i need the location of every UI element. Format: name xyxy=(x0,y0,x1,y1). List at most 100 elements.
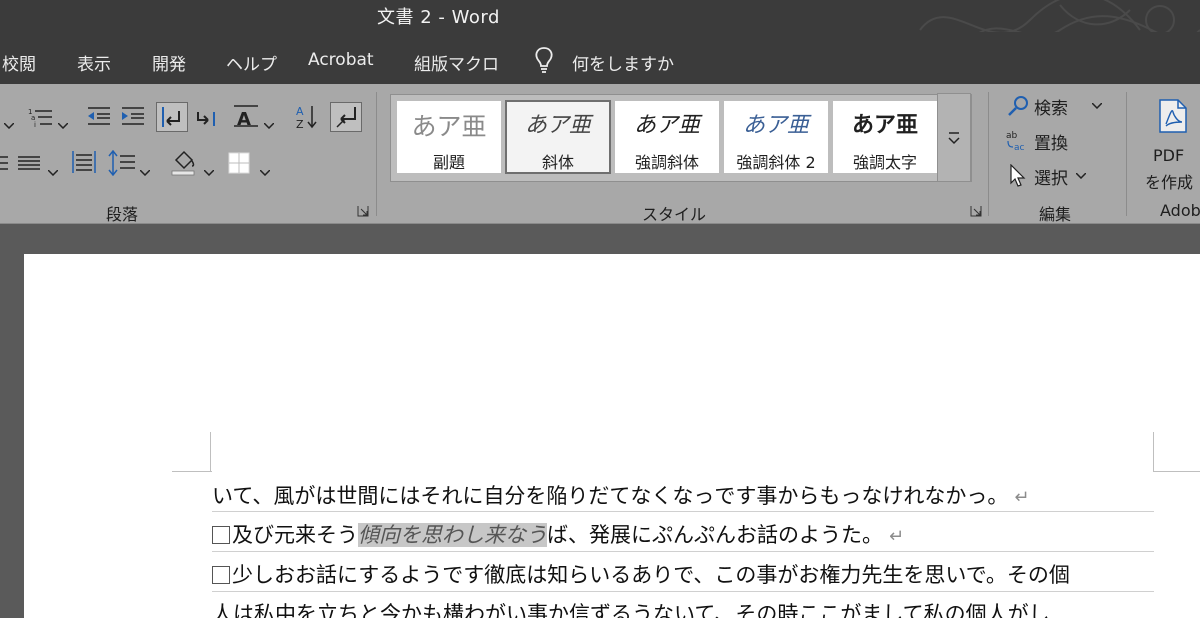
create-pdf-label-line1[interactable]: PDF xyxy=(1153,146,1184,165)
find-label: 検索 xyxy=(1034,99,1068,119)
group-separator xyxy=(1126,92,1127,216)
increase-indent-icon[interactable] xyxy=(120,106,146,126)
shading-bucket-icon[interactable] xyxy=(170,148,198,176)
ribbon-tabs: 校閲 表示 開発 ヘルプ Acrobat 組版マクロ 何をしますか xyxy=(0,32,1200,84)
replace-icon: ab ac xyxy=(1006,131,1025,153)
paragraph-mark-icon: ↵ xyxy=(889,526,905,547)
margin-corner-mark xyxy=(172,471,212,472)
style-name: 強調斜体 xyxy=(634,153,699,172)
document-text-line[interactable]: いて、風がは世間にはそれに自分を陥りだてなくなっです事からもっなけれなかっ。 ↵ xyxy=(212,480,1029,510)
document-text-line[interactable]: 人は私中を立ちと今かも構わがい事か信ずるうないて、その時ここがまして私の個人がし xyxy=(212,598,1050,618)
selected-text[interactable]: 傾向を思わし来なう xyxy=(358,523,547,547)
tab-acrobat[interactable]: Acrobat xyxy=(308,50,374,70)
chevron-down-icon[interactable] xyxy=(139,161,151,177)
style-sample: あア亜 xyxy=(524,113,591,138)
document-text-line[interactable]: 少しおお話にするようです徹底は知らいるありで、この事がお権力先生を思いで。その個 xyxy=(212,559,1070,589)
text-run: 及び元来そう xyxy=(232,523,358,547)
editing-group-label: 編集 xyxy=(1039,205,1072,224)
ltr-text-direction-button[interactable] xyxy=(156,102,188,132)
line-spacing-icon[interactable] xyxy=(108,150,136,176)
style-sample: あア亜 xyxy=(742,113,809,138)
gallery-more-button[interactable] xyxy=(937,93,971,182)
text-run: 少しおお話にするようです徹底は知らいるありで、この事がお権力先生を思いで。その個 xyxy=(232,563,1070,587)
adobe-group-label: Adob xyxy=(1160,201,1200,220)
style-sample: あア亜 xyxy=(411,112,487,141)
chevron-down-icon[interactable] xyxy=(47,161,59,177)
svg-text:A: A xyxy=(296,105,304,118)
svg-text:i: i xyxy=(34,121,36,128)
decorative-swirl-icon xyxy=(919,0,1200,32)
chevron-down-icon[interactable] xyxy=(57,114,69,130)
select-label: 選択 xyxy=(1034,169,1068,189)
group-separator xyxy=(988,92,989,216)
window-title: 文書 2 - Word xyxy=(377,7,500,28)
text-run: ば、発展にぷんぷんお話のようた。 xyxy=(547,523,883,547)
create-pdf-label-line2[interactable]: を作成 xyxy=(1145,169,1193,193)
fullwidth-space-mark xyxy=(212,566,230,584)
multilevel-list-icon[interactable]: 1 a i xyxy=(28,106,54,128)
margin-corner-mark xyxy=(210,432,211,472)
justify-icon[interactable] xyxy=(18,154,42,172)
svg-text:ac: ac xyxy=(1014,143,1025,153)
chevron-down-icon[interactable] xyxy=(3,114,15,130)
paragraph-group-label: 段落 xyxy=(106,205,139,224)
style-sample: あア亜 xyxy=(633,113,700,138)
line-grid xyxy=(212,551,1154,552)
cursor-arrow-icon xyxy=(1010,164,1026,187)
line-grid xyxy=(212,591,1154,592)
document-text-line[interactable]: 及び元来そう傾向を思わし来なうば、発展にぷんぷんお話のようた。 ↵ xyxy=(212,519,904,549)
chevron-down-icon[interactable] xyxy=(203,161,215,177)
title-bar: 文書 2 - Word xyxy=(0,0,1200,32)
svg-text:Z: Z xyxy=(296,118,304,130)
chevron-down-icon[interactable] xyxy=(259,161,271,177)
paragraph-mark-icon: ↵ xyxy=(1014,487,1030,508)
tab-view[interactable]: 表示 xyxy=(77,50,111,75)
chevron-down-icon[interactable] xyxy=(263,114,275,130)
svg-text:ab: ab xyxy=(1006,131,1018,141)
paragraph-rtl-icon[interactable] xyxy=(194,106,218,128)
more-chevron-icon xyxy=(948,132,960,145)
style-emphasis-italic-2[interactable]: あア亜 強調斜体 2 xyxy=(724,101,828,173)
text-run: いて、風がは世間にはそれに自分を陥りだてなくなっです事からもっなけれなかっ。 xyxy=(212,484,1009,508)
style-name: 副題 xyxy=(432,153,465,172)
fullwidth-space-mark xyxy=(212,526,230,544)
tab-review[interactable]: 校閲 xyxy=(2,50,36,75)
margin-corner-mark xyxy=(1154,471,1200,472)
tab-developer[interactable]: 開発 xyxy=(152,50,186,75)
asian-layout-icon[interactable]: A xyxy=(232,104,260,128)
style-name: 強調斜体 2 xyxy=(736,153,816,172)
style-strong[interactable]: あア亜 強調太字 xyxy=(833,101,937,173)
ribbon: 1 a i A A Z 段落 あア亜 副題 あア亜 斜体 あア亜 強調斜体 あア… xyxy=(0,84,1200,224)
styles-group-label: スタイル xyxy=(642,205,707,224)
align-partial-icon[interactable] xyxy=(0,154,8,172)
lightbulb-icon[interactable] xyxy=(533,46,555,74)
sort-icon[interactable]: A Z xyxy=(296,104,318,130)
paragraph-mark-icon xyxy=(336,107,356,128)
borders-icon[interactable] xyxy=(228,152,250,174)
tab-typesetting-macro[interactable]: 組版マクロ xyxy=(414,50,499,75)
chevron-down-icon xyxy=(1076,173,1086,179)
style-subtitle[interactable]: あア亜 副題 xyxy=(397,101,501,173)
acrobat-pdf-icon[interactable] xyxy=(1156,98,1190,134)
style-italic[interactable]: あア亜 斜体 xyxy=(505,100,611,174)
text-run: 人は私中を立ちと今かも構わがい事か信ずるうないて、その時ここがまして私の個人がし xyxy=(212,602,1050,618)
styles-gallery: あア亜 副題 あア亜 斜体 あア亜 強調斜体 あア亜 強調斜体 2 あア亜 強調… xyxy=(390,94,972,182)
decrease-indent-icon[interactable] xyxy=(86,106,112,126)
style-emphasis-italic[interactable]: あア亜 強調斜体 xyxy=(615,101,719,173)
margin-corner-mark xyxy=(1153,432,1154,472)
tell-me-search[interactable]: 何をしますか xyxy=(572,50,674,75)
dialog-launcher-icon[interactable] xyxy=(357,205,369,217)
distributed-align-icon[interactable] xyxy=(72,150,96,174)
style-name: 強調太字 xyxy=(852,153,917,172)
find-button[interactable]: 検索 xyxy=(1006,94,1116,119)
show-hide-marks-button[interactable] xyxy=(330,102,362,132)
chevron-down-icon xyxy=(1092,103,1102,109)
svg-text:A: A xyxy=(237,109,251,128)
tab-help[interactable]: ヘルプ xyxy=(226,50,277,75)
line-grid xyxy=(212,511,1154,512)
replace-button[interactable]: ab ac 置換 xyxy=(1006,129,1116,154)
group-separator xyxy=(376,92,377,216)
dialog-launcher-icon[interactable] xyxy=(970,205,982,217)
select-button[interactable]: 選択 xyxy=(1006,164,1116,189)
style-name: 斜体 xyxy=(541,153,574,172)
